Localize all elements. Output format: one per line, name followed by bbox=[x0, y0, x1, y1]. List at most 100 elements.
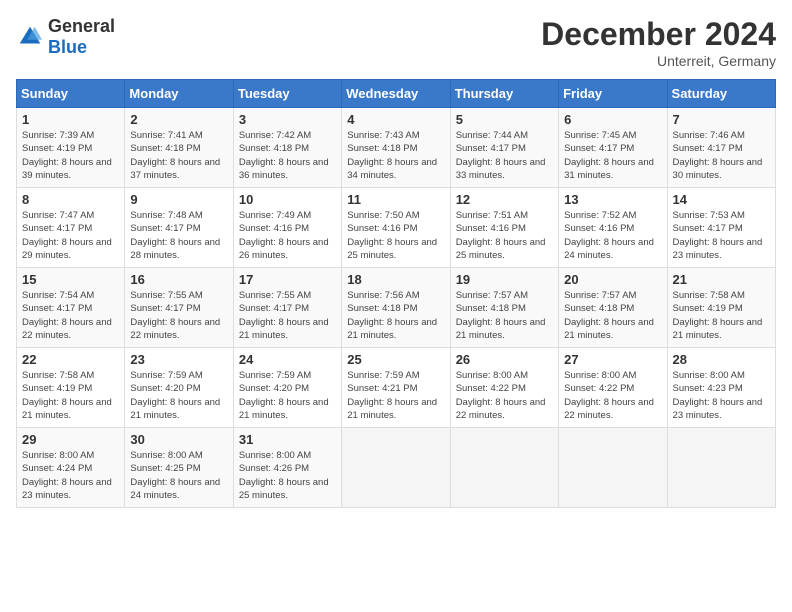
cell-content: Sunrise: 7:42 AM Sunset: 4:18 PM Dayligh… bbox=[239, 130, 329, 181]
cell-content: Sunrise: 7:58 AM Sunset: 4:19 PM Dayligh… bbox=[22, 370, 112, 421]
day-number: 21 bbox=[673, 272, 770, 287]
cell-content: Sunrise: 8:00 AM Sunset: 4:22 PM Dayligh… bbox=[564, 370, 654, 421]
cell-content: Sunrise: 7:46 AM Sunset: 4:17 PM Dayligh… bbox=[673, 130, 763, 181]
calendar-cell: 20 Sunrise: 7:57 AM Sunset: 4:18 PM Dayl… bbox=[559, 268, 667, 348]
calendar-week-2: 8 Sunrise: 7:47 AM Sunset: 4:17 PM Dayli… bbox=[17, 188, 776, 268]
cell-content: Sunrise: 7:59 AM Sunset: 4:20 PM Dayligh… bbox=[130, 370, 220, 421]
calendar-week-3: 15 Sunrise: 7:54 AM Sunset: 4:17 PM Dayl… bbox=[17, 268, 776, 348]
logo-text: General Blue bbox=[48, 16, 115, 58]
cell-content: Sunrise: 7:57 AM Sunset: 4:18 PM Dayligh… bbox=[564, 290, 654, 341]
calendar-cell: 8 Sunrise: 7:47 AM Sunset: 4:17 PM Dayli… bbox=[17, 188, 125, 268]
day-number: 22 bbox=[22, 352, 119, 367]
header-day-friday: Friday bbox=[559, 80, 667, 108]
calendar-cell: 18 Sunrise: 7:56 AM Sunset: 4:18 PM Dayl… bbox=[342, 268, 450, 348]
day-number: 4 bbox=[347, 112, 444, 127]
calendar-cell: 4 Sunrise: 7:43 AM Sunset: 4:18 PM Dayli… bbox=[342, 108, 450, 188]
day-number: 18 bbox=[347, 272, 444, 287]
calendar-cell: 11 Sunrise: 7:50 AM Sunset: 4:16 PM Dayl… bbox=[342, 188, 450, 268]
calendar-cell bbox=[667, 428, 775, 508]
month-title: December 2024 bbox=[541, 16, 776, 53]
calendar-cell: 28 Sunrise: 8:00 AM Sunset: 4:23 PM Dayl… bbox=[667, 348, 775, 428]
calendar-table: SundayMondayTuesdayWednesdayThursdayFrid… bbox=[16, 79, 776, 508]
cell-content: Sunrise: 7:59 AM Sunset: 4:20 PM Dayligh… bbox=[239, 370, 329, 421]
day-number: 29 bbox=[22, 432, 119, 447]
cell-content: Sunrise: 7:55 AM Sunset: 4:17 PM Dayligh… bbox=[239, 290, 329, 341]
cell-content: Sunrise: 7:48 AM Sunset: 4:17 PM Dayligh… bbox=[130, 210, 220, 261]
calendar-cell: 3 Sunrise: 7:42 AM Sunset: 4:18 PM Dayli… bbox=[233, 108, 341, 188]
cell-content: Sunrise: 8:00 AM Sunset: 4:23 PM Dayligh… bbox=[673, 370, 763, 421]
cell-content: Sunrise: 7:50 AM Sunset: 4:16 PM Dayligh… bbox=[347, 210, 437, 261]
calendar-cell: 16 Sunrise: 7:55 AM Sunset: 4:17 PM Dayl… bbox=[125, 268, 233, 348]
calendar-cell: 6 Sunrise: 7:45 AM Sunset: 4:17 PM Dayli… bbox=[559, 108, 667, 188]
cell-content: Sunrise: 8:00 AM Sunset: 4:26 PM Dayligh… bbox=[239, 450, 329, 501]
calendar-cell: 29 Sunrise: 8:00 AM Sunset: 4:24 PM Dayl… bbox=[17, 428, 125, 508]
day-number: 3 bbox=[239, 112, 336, 127]
calendar-week-5: 29 Sunrise: 8:00 AM Sunset: 4:24 PM Dayl… bbox=[17, 428, 776, 508]
day-number: 16 bbox=[130, 272, 227, 287]
cell-content: Sunrise: 7:52 AM Sunset: 4:16 PM Dayligh… bbox=[564, 210, 654, 261]
header-row: SundayMondayTuesdayWednesdayThursdayFrid… bbox=[17, 80, 776, 108]
calendar-cell bbox=[342, 428, 450, 508]
logo-icon bbox=[16, 23, 44, 51]
calendar-cell: 31 Sunrise: 8:00 AM Sunset: 4:26 PM Dayl… bbox=[233, 428, 341, 508]
cell-content: Sunrise: 8:00 AM Sunset: 4:25 PM Dayligh… bbox=[130, 450, 220, 501]
day-number: 20 bbox=[564, 272, 661, 287]
cell-content: Sunrise: 7:39 AM Sunset: 4:19 PM Dayligh… bbox=[22, 130, 112, 181]
day-number: 15 bbox=[22, 272, 119, 287]
cell-content: Sunrise: 7:49 AM Sunset: 4:16 PM Dayligh… bbox=[239, 210, 329, 261]
cell-content: Sunrise: 7:59 AM Sunset: 4:21 PM Dayligh… bbox=[347, 370, 437, 421]
cell-content: Sunrise: 7:47 AM Sunset: 4:17 PM Dayligh… bbox=[22, 210, 112, 261]
calendar-cell: 30 Sunrise: 8:00 AM Sunset: 4:25 PM Dayl… bbox=[125, 428, 233, 508]
calendar-week-4: 22 Sunrise: 7:58 AM Sunset: 4:19 PM Dayl… bbox=[17, 348, 776, 428]
calendar-cell: 25 Sunrise: 7:59 AM Sunset: 4:21 PM Dayl… bbox=[342, 348, 450, 428]
header-day-tuesday: Tuesday bbox=[233, 80, 341, 108]
cell-content: Sunrise: 7:56 AM Sunset: 4:18 PM Dayligh… bbox=[347, 290, 437, 341]
calendar-cell: 7 Sunrise: 7:46 AM Sunset: 4:17 PM Dayli… bbox=[667, 108, 775, 188]
day-number: 19 bbox=[456, 272, 553, 287]
day-number: 25 bbox=[347, 352, 444, 367]
day-number: 12 bbox=[456, 192, 553, 207]
day-number: 1 bbox=[22, 112, 119, 127]
location-title: Unterreit, Germany bbox=[541, 53, 776, 69]
day-number: 17 bbox=[239, 272, 336, 287]
cell-content: Sunrise: 7:43 AM Sunset: 4:18 PM Dayligh… bbox=[347, 130, 437, 181]
day-number: 10 bbox=[239, 192, 336, 207]
calendar-cell: 17 Sunrise: 7:55 AM Sunset: 4:17 PM Dayl… bbox=[233, 268, 341, 348]
header-day-monday: Monday bbox=[125, 80, 233, 108]
calendar-cell: 14 Sunrise: 7:53 AM Sunset: 4:17 PM Dayl… bbox=[667, 188, 775, 268]
cell-content: Sunrise: 7:58 AM Sunset: 4:19 PM Dayligh… bbox=[673, 290, 763, 341]
day-number: 9 bbox=[130, 192, 227, 207]
day-number: 24 bbox=[239, 352, 336, 367]
day-number: 30 bbox=[130, 432, 227, 447]
cell-content: Sunrise: 7:53 AM Sunset: 4:17 PM Dayligh… bbox=[673, 210, 763, 261]
cell-content: Sunrise: 8:00 AM Sunset: 4:22 PM Dayligh… bbox=[456, 370, 546, 421]
day-number: 23 bbox=[130, 352, 227, 367]
calendar-cell: 24 Sunrise: 7:59 AM Sunset: 4:20 PM Dayl… bbox=[233, 348, 341, 428]
day-number: 31 bbox=[239, 432, 336, 447]
logo-general: General bbox=[48, 16, 115, 36]
calendar-cell: 13 Sunrise: 7:52 AM Sunset: 4:16 PM Dayl… bbox=[559, 188, 667, 268]
calendar-cell: 22 Sunrise: 7:58 AM Sunset: 4:19 PM Dayl… bbox=[17, 348, 125, 428]
day-number: 13 bbox=[564, 192, 661, 207]
logo-blue: Blue bbox=[48, 37, 87, 57]
calendar-week-1: 1 Sunrise: 7:39 AM Sunset: 4:19 PM Dayli… bbox=[17, 108, 776, 188]
day-number: 14 bbox=[673, 192, 770, 207]
calendar-cell: 1 Sunrise: 7:39 AM Sunset: 4:19 PM Dayli… bbox=[17, 108, 125, 188]
header-day-wednesday: Wednesday bbox=[342, 80, 450, 108]
calendar-cell bbox=[559, 428, 667, 508]
day-number: 6 bbox=[564, 112, 661, 127]
day-number: 5 bbox=[456, 112, 553, 127]
calendar-cell: 10 Sunrise: 7:49 AM Sunset: 4:16 PM Dayl… bbox=[233, 188, 341, 268]
calendar-cell: 27 Sunrise: 8:00 AM Sunset: 4:22 PM Dayl… bbox=[559, 348, 667, 428]
calendar-cell: 9 Sunrise: 7:48 AM Sunset: 4:17 PM Dayli… bbox=[125, 188, 233, 268]
cell-content: Sunrise: 7:41 AM Sunset: 4:18 PM Dayligh… bbox=[130, 130, 220, 181]
cell-content: Sunrise: 7:44 AM Sunset: 4:17 PM Dayligh… bbox=[456, 130, 546, 181]
cell-content: Sunrise: 7:55 AM Sunset: 4:17 PM Dayligh… bbox=[130, 290, 220, 341]
cell-content: Sunrise: 8:00 AM Sunset: 4:24 PM Dayligh… bbox=[22, 450, 112, 501]
day-number: 27 bbox=[564, 352, 661, 367]
calendar-cell: 2 Sunrise: 7:41 AM Sunset: 4:18 PM Dayli… bbox=[125, 108, 233, 188]
day-number: 8 bbox=[22, 192, 119, 207]
day-number: 26 bbox=[456, 352, 553, 367]
logo: General Blue bbox=[16, 16, 115, 58]
cell-content: Sunrise: 7:45 AM Sunset: 4:17 PM Dayligh… bbox=[564, 130, 654, 181]
